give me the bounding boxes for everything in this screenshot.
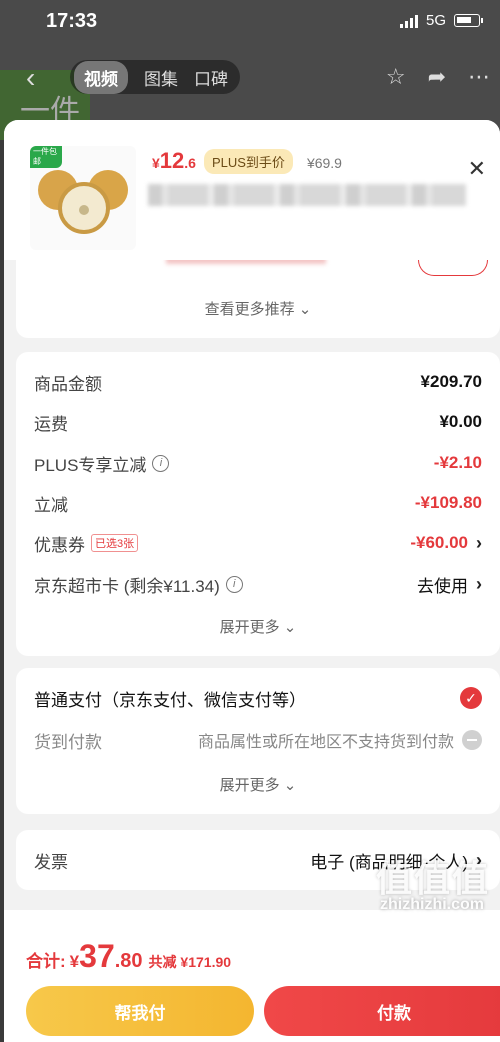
total-decimal: .80	[114, 950, 143, 972]
summary-value: -¥109.80	[414, 493, 482, 512]
product-image: 一件包邮	[30, 146, 136, 250]
total-label: 合计:	[26, 952, 66, 971]
favorite-star-icon[interactable]: ☆	[386, 64, 406, 90]
summary-label-wrap: 京东超市卡 (剩余¥11.34) i	[34, 572, 243, 597]
plus-price-tag: PLUS到手价	[203, 148, 293, 174]
status-time: 17:33	[46, 10, 98, 32]
payment-option-label: 普通支付（京东支付、微信支付等）	[34, 690, 306, 710]
summary-label: 立减	[34, 495, 68, 515]
payment-expand-more[interactable]: 展开更多 ⌄	[16, 774, 500, 795]
info-icon[interactable]: i	[225, 575, 243, 593]
summary-row-plus-discount: PLUS专享立减 i -¥2.10	[34, 449, 482, 477]
summary-label: 京东超市卡 (剩余¥11.34)	[34, 576, 220, 596]
summary-value: -¥60.00	[410, 533, 468, 552]
nav-actions: ☆ ➦ ⋯	[386, 64, 490, 90]
total-integer: 37	[79, 938, 115, 974]
payment-check-wrap: ✓	[460, 687, 482, 709]
price-row: ¥ 12 .6 PLUS到手价 ¥69.9	[152, 148, 342, 174]
summary-row-coupon[interactable]: 优惠券 已选3张 -¥60.00 ›	[34, 529, 482, 557]
close-icon[interactable]: ✕	[468, 156, 486, 182]
tab-gallery[interactable]: 图集	[144, 65, 178, 90]
coupon-count-tag: 已选3张	[91, 534, 139, 552]
product-header: 一件包邮 ¥ 12 .6 PLUS到手价 ¥69.9 ✕	[4, 120, 500, 260]
original-price: ¥69.9	[306, 155, 342, 171]
summary-expand-more[interactable]: 展开更多 ⌄	[16, 616, 500, 637]
product-nav-bar: ‹ 视频 图集 口碑 ☆ ➦ ⋯	[0, 58, 500, 98]
summary-label: 商品金额	[34, 374, 102, 394]
checked-icon: ✓	[460, 687, 482, 709]
order-summary-card: 商品金额 ¥209.70 运费 ¥0.00 PLUS专享立减 i -¥2.10 …	[16, 352, 500, 656]
media-tabs: 视频 图集 口碑	[70, 60, 240, 94]
cod-unavailable-note: 商品属性或所在地区不支持货到付款	[197, 734, 454, 751]
share-icon[interactable]: ➦	[428, 64, 446, 90]
payment-cod-wrap: 商品属性或所在地区不支持货到付款	[198, 728, 482, 752]
view-more-recommend-link[interactable]: 查看更多推荐 ⌄	[16, 298, 500, 319]
total-currency: ¥	[69, 952, 80, 971]
payment-method-card: 普通支付（京东支付、微信支付等） ✓ 货到付款 商品属性或所在地区不支持货到付款…	[16, 668, 500, 814]
price-decimal: .6	[184, 155, 196, 171]
tab-video[interactable]: 视频	[74, 60, 128, 94]
total-saved: 共减 ¥171.90	[148, 954, 232, 970]
signal-icon	[399, 14, 418, 28]
tab-reviews[interactable]: 口碑	[194, 65, 228, 90]
payment-option-normal[interactable]: 普通支付（京东支付、微信支付等） ✓	[34, 684, 482, 712]
summary-value: ¥0.00	[439, 412, 482, 431]
payment-option-label: 货到付款	[34, 732, 102, 752]
chevron-right-icon: ›	[476, 573, 482, 594]
back-icon[interactable]: ‹	[26, 62, 35, 94]
free-shipping-badge: 一件包邮	[30, 146, 62, 168]
summary-label: 运费	[34, 414, 68, 434]
summary-value-wrap: 去使用 ›	[417, 572, 482, 597]
summary-row-instant-discount: 立减 -¥109.80	[34, 489, 482, 517]
more-icon[interactable]: ⋯	[468, 64, 490, 90]
summary-label: PLUS专享立减	[34, 455, 147, 475]
total-amount: 合计: ¥ 37 .80 共减 ¥171.90	[26, 938, 231, 975]
help-me-pay-button[interactable]: 帮我付	[26, 986, 254, 1036]
battery-icon	[454, 14, 483, 27]
summary-value: -¥2.10	[433, 453, 482, 472]
summary-row-goods: 商品金额 ¥209.70	[34, 368, 482, 396]
status-icons: 5G	[399, 12, 483, 29]
status-bar: 17:33 5G	[0, 0, 500, 44]
chevron-right-icon: ›	[476, 532, 482, 553]
invoice-label: 发票	[34, 852, 68, 872]
summary-value-wrap: -¥60.00 ›	[410, 533, 482, 554]
summary-label-wrap: PLUS专享立减 i	[34, 451, 170, 476]
site-watermark: 值值值	[375, 858, 490, 899]
summary-value: 去使用	[417, 576, 468, 596]
summary-label-wrap: 优惠券 已选3张	[34, 531, 139, 556]
summary-label: 优惠券	[34, 535, 85, 555]
price-integer: 12	[159, 148, 185, 173]
disabled-icon	[462, 730, 482, 750]
checkout-footer: 合计: ¥ 37 .80 共减 ¥171.90 帮我付 付款	[4, 910, 500, 1042]
site-watermark-url: zhizhizhi.com	[380, 896, 484, 913]
network-label: 5G	[425, 12, 446, 29]
payment-option-cod: 货到付款 商品属性或所在地区不支持货到付款	[34, 726, 482, 754]
summary-row-supermarket-card[interactable]: 京东超市卡 (剩余¥11.34) i 去使用 ›	[34, 570, 482, 598]
summary-row-shipping: 运费 ¥0.00	[34, 408, 482, 436]
info-icon[interactable]: i	[152, 454, 170, 472]
price-currency: ¥	[152, 155, 160, 171]
pay-button[interactable]: 付款	[264, 986, 500, 1036]
summary-value: ¥209.70	[420, 372, 482, 391]
product-spec-blurred	[148, 184, 466, 206]
